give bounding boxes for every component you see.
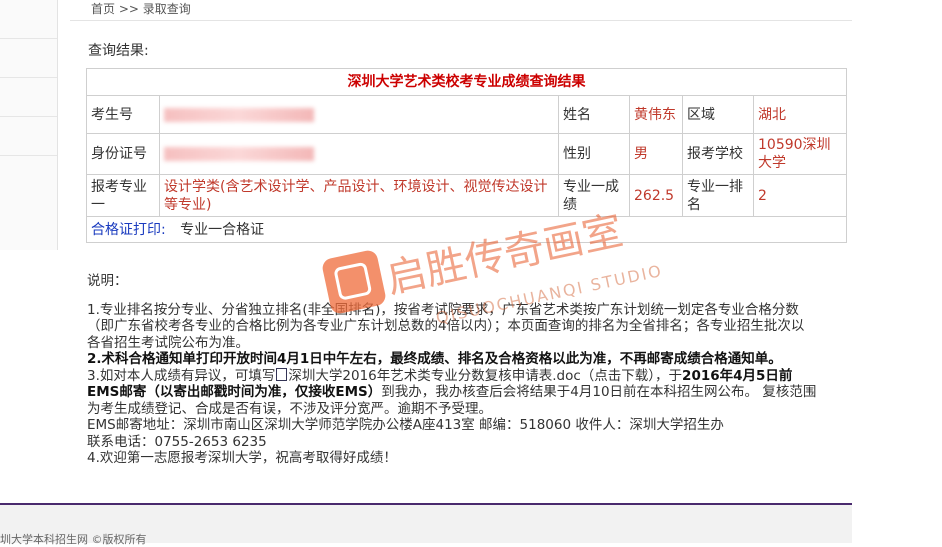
section-title: 查询结果: — [88, 43, 149, 59]
rank-value: 2 — [753, 174, 847, 217]
exam-no-label: 考生号 — [86, 95, 160, 134]
rank-label: 专业一排名 — [682, 174, 754, 217]
table-title: 深圳大学艺术类校考专业成绩查询结果 — [86, 68, 847, 96]
note-3: 3.如对本人成绩有异议，可填写 深圳大学2016年艺术类专业分数复核申请表.doc… — [87, 367, 817, 418]
print-certificate-value[interactable]: 专业一合格证 — [180, 222, 264, 238]
left-sidebar — [0, 0, 58, 250]
note-2-text: 2.术科合格通知单打印开放时间4月1日中午左右，最终成绩、排名及合格资格以此为准… — [87, 351, 782, 367]
school-value: 10590深圳大学 — [753, 133, 847, 175]
notes: 说明： 1.专业排名按分专业、分省独立排名(非全国排名)，按省考试院要求，广东省… — [87, 273, 817, 467]
breadcrumb: 首页 >> 录取查询 — [91, 0, 191, 17]
note-3-phone: 联系电话：0755-2653 6235 — [87, 433, 267, 450]
sidebar-item[interactable] — [0, 0, 57, 39]
name-value: 黄伟东 — [629, 95, 683, 134]
note-3-text-b: （点击下载），于 — [580, 367, 683, 384]
region-label: 区域 — [682, 95, 754, 134]
note-2: 2.术科合格通知单打印开放时间4月1日中午左右，最终成绩、排名及合格资格以此为准… — [87, 351, 817, 368]
print-certificate-link[interactable]: 合格证打印: — [91, 222, 166, 238]
name-label: 姓名 — [558, 95, 630, 134]
score-value: 262.5 — [629, 174, 683, 217]
sidebar-item[interactable] — [0, 117, 57, 156]
major-value: 设计学类(含艺术设计学、产品设计、环境设计、视觉传达设计等专业) — [159, 174, 559, 217]
major-label: 报考专业一 — [86, 174, 160, 217]
id-label: 身份证号 — [86, 133, 160, 175]
note-3-text-a: 3.如对本人成绩有异议，可填写 — [87, 367, 276, 384]
sidebar-item[interactable] — [0, 39, 57, 78]
note-3-address: EMS邮寄地址：深圳市南山区深圳大学师范学院办公楼A座413室 邮编：51806… — [87, 417, 724, 433]
breadcrumb-home-link[interactable]: 首页 — [91, 2, 115, 16]
redacted-exam-no — [164, 107, 314, 122]
footer-copyright: 圳大学本科招生网 ©版权所有 — [0, 533, 147, 546]
region-value: 湖北 — [753, 95, 847, 134]
sidebar-item[interactable] — [0, 78, 57, 117]
print-row: 合格证打印: 专业一合格证 — [86, 216, 847, 243]
appeal-form-download-link[interactable]: 深圳大学2016年艺术类专业分数复核申请表.doc — [288, 368, 580, 384]
school-label: 报考学校 — [682, 133, 754, 175]
score-label: 专业一成绩 — [558, 174, 630, 217]
breadcrumb-separator: >> — [118, 2, 139, 16]
breadcrumb-current: 录取查询 — [142, 2, 191, 16]
note-4: 4.欢迎第一志愿报考深圳大学，祝高考取得好成绩！ — [87, 450, 397, 466]
results-table: 深圳大学艺术类校考专业成绩查询结果 考生号 姓名 黄伟东 区域 湖北 身份证号 … — [86, 68, 847, 243]
exam-no-value — [159, 95, 559, 134]
notes-heading: 说明： — [87, 273, 128, 289]
doc-file-icon — [276, 367, 288, 381]
id-value — [159, 133, 559, 175]
note-1: 1.专业排名按分专业、分省独立排名(非全国排名)，按省考试院要求，广东省艺术类按… — [87, 301, 805, 351]
gender-label: 性别 — [558, 133, 630, 175]
gender-value: 男 — [629, 133, 683, 175]
redacted-id-no — [164, 147, 314, 161]
breadcrumb-divider — [70, 20, 852, 21]
